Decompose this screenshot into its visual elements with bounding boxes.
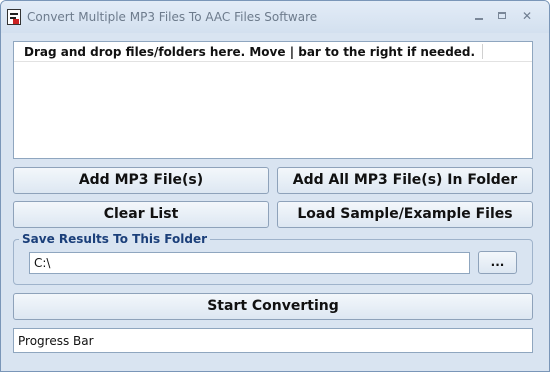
maximize-icon — [498, 12, 506, 19]
load-samples-button[interactable]: Load Sample/Example Files — [277, 201, 533, 228]
save-folder-label: Save Results To This Folder — [19, 232, 211, 246]
progress-label: Progress Bar — [18, 334, 94, 348]
file-list-header[interactable]: Drag and drop files/folders here. Move |… — [14, 42, 532, 62]
app-window: Convert Multiple MP3 Files To AAC Files … — [0, 0, 550, 372]
app-icon — [7, 9, 21, 25]
file-list-column-header[interactable]: Drag and drop files/folders here. Move |… — [24, 45, 475, 59]
add-files-button[interactable]: Add MP3 File(s) — [13, 167, 269, 194]
minimize-icon — [475, 18, 483, 20]
title-bar[interactable]: Convert Multiple MP3 Files To AAC Files … — [1, 1, 549, 33]
clear-list-button[interactable]: Clear List — [13, 201, 269, 228]
maximize-button[interactable] — [495, 8, 511, 24]
save-folder-input[interactable] — [29, 252, 470, 274]
close-button[interactable]: ✕ — [519, 8, 535, 24]
close-icon: ✕ — [521, 9, 533, 23]
minimize-button[interactable] — [471, 8, 487, 24]
progress-bar: Progress Bar — [13, 328, 533, 353]
column-resize-handle[interactable] — [482, 44, 483, 59]
window-title: Convert Multiple MP3 Files To AAC Files … — [27, 10, 318, 24]
file-list[interactable]: Drag and drop files/folders here. Move |… — [13, 41, 533, 159]
start-converting-button[interactable]: Start Converting — [13, 293, 533, 320]
browse-button[interactable]: ... — [478, 251, 517, 274]
add-folder-button[interactable]: Add All MP3 File(s) In Folder — [277, 167, 533, 194]
